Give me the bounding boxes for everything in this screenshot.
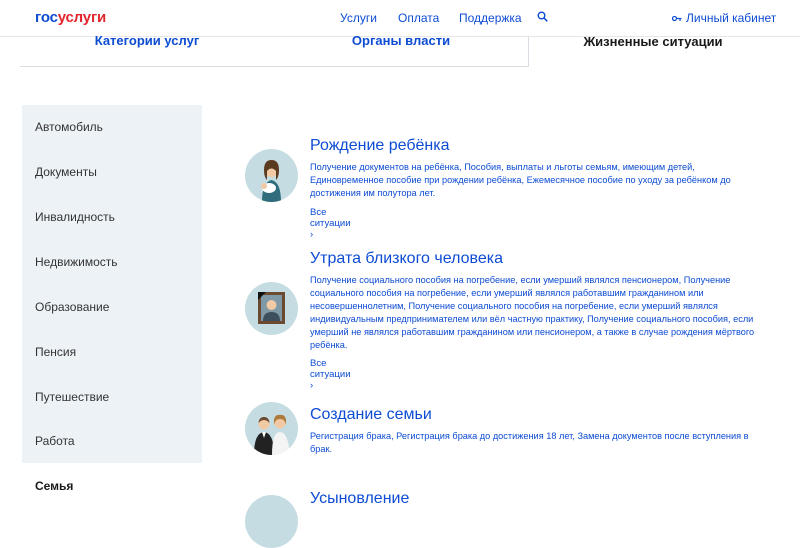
sidebar-item-travel[interactable]: Путешествие <box>35 390 109 404</box>
section-title[interactable]: Усыновление <box>310 490 409 508</box>
nav-support[interactable]: Поддержка <box>459 11 522 25</box>
mother-baby-icon <box>245 149 298 202</box>
adoption-icon <box>245 495 298 548</box>
sidebar-item-auto[interactable]: Автомобиль <box>35 120 103 134</box>
wedding-couple-icon <box>245 402 298 455</box>
personal-cabinet-link[interactable]: Личный кабинет <box>672 11 776 25</box>
section-description[interactable]: Регистрация брака, Регистрация брака до … <box>310 430 768 456</box>
sidebar-item-pension[interactable]: Пенсия <box>35 345 76 359</box>
category-tabs: Категории услуг Органы власти Жизненные … <box>20 34 778 67</box>
section-title[interactable]: Рождение ребёнка <box>310 137 450 155</box>
sidebar-item-documents[interactable]: Документы <box>35 165 97 179</box>
portrait-frame-icon <box>245 282 298 335</box>
tab-authorities[interactable]: Органы власти <box>274 34 529 67</box>
sidebar-item-realty[interactable]: Недвижимость <box>35 255 118 269</box>
tab-life-situations[interactable]: Жизненные ситуации <box>528 35 778 66</box>
nav-services[interactable]: Услуги <box>340 11 377 25</box>
sidebar-item-education[interactable]: Образование <box>35 300 109 314</box>
sidebar-item-work[interactable]: Работа <box>35 434 75 448</box>
section-description[interactable]: Получение документов на ребёнка, Пособия… <box>310 161 768 200</box>
nav-payment[interactable]: Оплата <box>398 11 439 25</box>
gosuslugi-logo[interactable]: госуслуги <box>35 9 106 26</box>
key-icon <box>672 15 682 21</box>
sidebar-item-disability[interactable]: Инвалидность <box>35 210 115 224</box>
section-description[interactable]: Получение социального пособия на погребе… <box>310 274 768 351</box>
search-icon[interactable] <box>537 11 548 22</box>
section-title[interactable]: Утрата близкого человека <box>310 250 503 268</box>
top-header: госуслуги Услуги Оплата Поддержка Личный… <box>0 0 800 37</box>
all-situations-link[interactable]: Все ситуации › <box>310 358 351 391</box>
tab-service-categories[interactable]: Категории услуг <box>20 34 274 67</box>
personal-cabinet-label: Личный кабинет <box>686 11 777 25</box>
all-situations-link[interactable]: Все ситуации › <box>310 207 351 240</box>
section-title[interactable]: Создание семьи <box>310 406 432 424</box>
sidebar-item-family[interactable]: Семья <box>35 479 73 493</box>
sidebar <box>22 105 202 463</box>
